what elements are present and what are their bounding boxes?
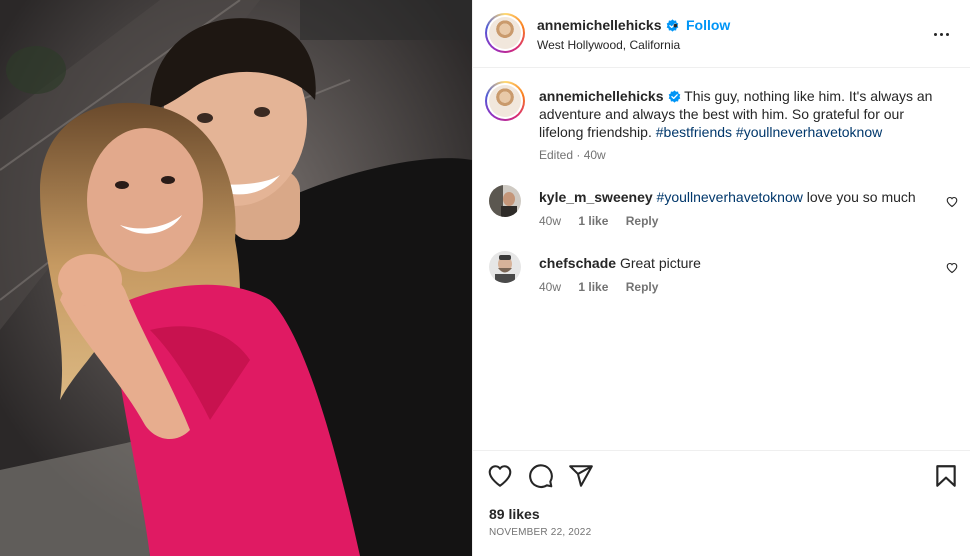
comment-body: love you so much <box>806 189 916 205</box>
comment-item: kyle_m_sweeney #youllneverhavetoknow lov… <box>473 182 970 238</box>
comment-text: kyle_m_sweeney #youllneverhavetoknow lov… <box>539 188 919 206</box>
post-like-count[interactable]: 89 likes <box>489 506 540 522</box>
comment-body: Great picture <box>619 255 701 271</box>
bookmark-icon[interactable] <box>933 463 959 489</box>
post-details-panel: annemichellehicks • Follow West Hollywoo… <box>472 0 970 556</box>
comment-like-count[interactable]: 1 like <box>578 280 608 294</box>
comment-reply-button[interactable]: Reply <box>626 214 659 228</box>
header-separator: • <box>673 17 678 33</box>
comment-hashtag[interactable]: #youllneverhavetoknow <box>657 189 803 205</box>
author-avatar[interactable] <box>485 13 525 53</box>
comment-heart-icon[interactable] <box>946 196 958 208</box>
follow-button[interactable]: Follow <box>686 17 730 33</box>
post-photo[interactable] <box>0 0 472 556</box>
hashtag-bestfriends[interactable]: #bestfriends <box>656 124 732 140</box>
post-location[interactable]: West Hollywood, California <box>537 38 680 52</box>
heart-icon[interactable] <box>487 463 513 489</box>
share-icon[interactable] <box>568 463 594 489</box>
author-username-link[interactable]: annemichellehicks <box>537 17 679 33</box>
comment-username[interactable]: kyle_m_sweeney <box>539 189 653 205</box>
comment-item: chefschade Great picture 40w 1 like Repl… <box>473 248 970 304</box>
post-photo-illustration <box>0 0 472 556</box>
comment-age: 40w <box>539 280 562 294</box>
comment-meta: 40w 1 like Reply <box>539 280 672 294</box>
hashtag-youllneverhavetoknow[interactable]: #youllneverhavetoknow <box>736 124 882 140</box>
caption-author-avatar[interactable] <box>485 81 525 121</box>
comment-username[interactable]: chefschade <box>539 255 616 271</box>
caption-edited-time: Edited · 40w <box>539 148 606 162</box>
author-username[interactable]: annemichellehicks <box>537 17 662 33</box>
post-header: annemichellehicks • Follow West Hollywoo… <box>473 0 970 68</box>
more-options-icon[interactable] <box>929 22 953 46</box>
caption-username[interactable]: annemichellehicks <box>539 88 664 104</box>
comment-age: 40w <box>539 214 562 228</box>
post-caption: annemichellehicks This guy, nothing like… <box>539 87 939 141</box>
commenter-avatar[interactable] <box>489 185 521 217</box>
comment-heart-icon[interactable] <box>946 262 958 274</box>
post-actions-bar: 89 likes November 22, 2022 <box>473 450 970 556</box>
comment-icon[interactable] <box>528 463 554 489</box>
commenter-avatar[interactable] <box>489 251 521 283</box>
comment-like-count[interactable]: 1 like <box>578 214 608 228</box>
comment-text: chefschade Great picture <box>539 254 919 272</box>
comment-meta: 40w 1 like Reply <box>539 214 672 228</box>
verified-badge-icon <box>668 90 680 103</box>
post-date[interactable]: November 22, 2022 <box>489 527 591 538</box>
comment-reply-button[interactable]: Reply <box>626 280 659 294</box>
